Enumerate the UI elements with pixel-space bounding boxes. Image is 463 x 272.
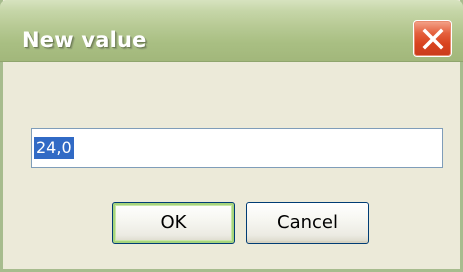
ok-button[interactable]: OK (112, 202, 235, 244)
close-x-icon (422, 28, 444, 50)
title-bar[interactable]: New value (0, 0, 463, 62)
dialog-body: 24,0 OK Cancel (3, 62, 460, 269)
cancel-button[interactable]: Cancel (246, 202, 369, 244)
new-value-dialog: New value 24,0 OK Cancel (0, 0, 463, 272)
value-input-text: 24,0 (34, 137, 74, 159)
value-input[interactable]: 24,0 (31, 128, 443, 168)
close-button[interactable] (413, 20, 452, 57)
dialog-title: New value (22, 28, 147, 52)
